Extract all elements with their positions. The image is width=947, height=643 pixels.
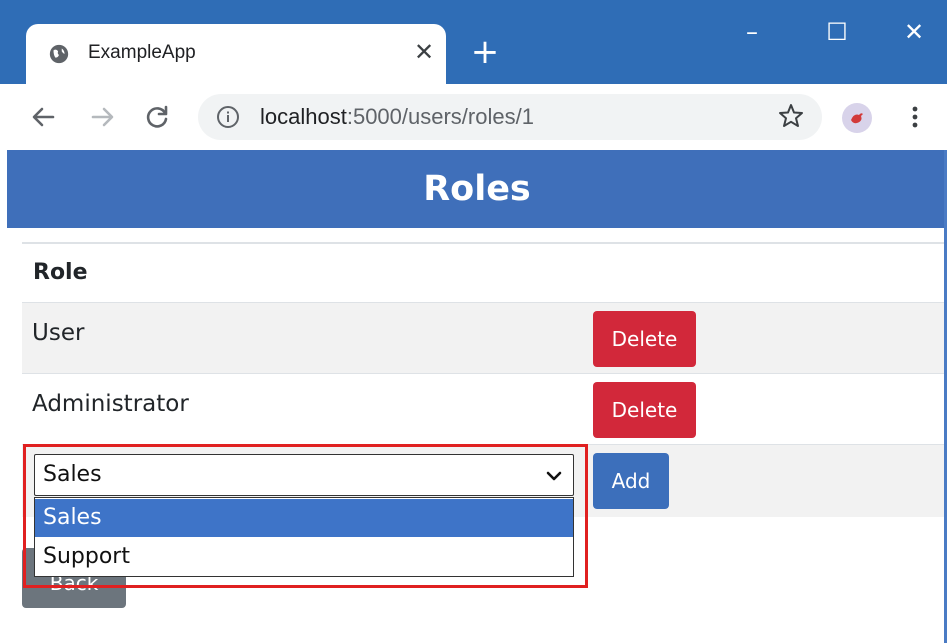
url-text[interactable]: localhost:5000/users/roles/1 [260,104,534,130]
delete-button[interactable]: Delete [593,311,696,367]
option-label: Sales [43,505,102,530]
table-header-row: Role [22,242,944,304]
browser-titlebar: ExampleApp ✕ + – ☐ ✕ [0,0,947,84]
minimize-button[interactable]: – [727,14,777,50]
info-icon[interactable] [216,105,240,129]
bookmark-star-icon[interactable] [777,102,805,130]
maximize-button[interactable]: ☐ [812,14,862,50]
tab-title: ExampleApp [88,42,196,63]
delete-button[interactable]: Delete [593,382,696,438]
globe-icon [49,44,69,64]
reload-icon[interactable] [140,100,174,134]
table-row: User Delete [22,302,944,373]
add-button[interactable]: Add [593,453,669,509]
tab-close-icon[interactable]: ✕ [410,38,438,66]
address-bar[interactable]: localhost:5000/users/roles/1 [198,94,822,140]
role-select[interactable]: Sales [34,454,574,496]
browser-toolbar: localhost:5000/users/roles/1 [0,84,947,150]
role-name: Administrator [32,391,189,417]
column-header-role: Role [33,260,88,285]
page-header: Roles [7,150,947,228]
page-title: Roles [423,169,531,209]
page-left-gutter [0,150,7,643]
role-name: User [32,320,85,346]
select-current-value: Sales [43,462,102,487]
table-row: Administrator Delete [22,373,944,444]
role-select-dropdown: Sales Support [34,497,574,577]
url-path: :5000/users/roles/1 [346,104,534,129]
profile-avatar[interactable] [842,103,872,133]
close-window-button[interactable]: ✕ [889,14,939,50]
url-host: localhost [260,104,347,129]
select-option[interactable]: Support [35,538,573,576]
bird-icon [851,113,863,124]
more-menu-icon[interactable] [905,100,925,134]
back-arrow-icon[interactable] [26,100,60,134]
new-tab-button[interactable]: + [468,35,502,71]
browser-tab[interactable]: ExampleApp ✕ [26,24,446,84]
forward-arrow-icon[interactable] [86,100,120,134]
option-label: Support [43,544,130,569]
chevron-down-icon [546,471,562,481]
select-option[interactable]: Sales [35,499,573,537]
